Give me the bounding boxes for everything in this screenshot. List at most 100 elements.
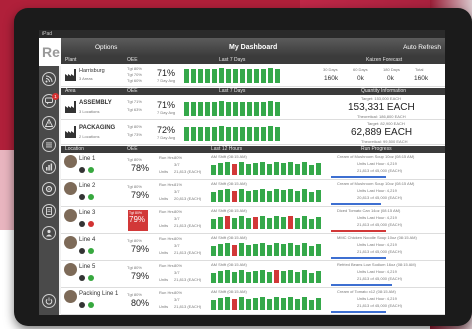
bar bbox=[247, 127, 252, 141]
line-progress-text: 21,813 of 45,000 (EACH) bbox=[357, 222, 402, 227]
line-run-label: Run Hrs bbox=[159, 290, 174, 295]
error-status-icon bbox=[88, 221, 94, 227]
kaizen-60-value: 0k bbox=[357, 75, 364, 82]
ok-status-icon bbox=[88, 302, 94, 308]
bar bbox=[211, 219, 216, 229]
line-units-value: 21,813 (EACH) bbox=[174, 277, 202, 282]
line-row[interactable]: Packing Line 1 Tgt 80% 80% Run Hrs 80% 3/7 Uni… bbox=[61, 288, 445, 315]
bar bbox=[232, 191, 237, 202]
page-title: My Dashboard bbox=[229, 44, 278, 51]
bar bbox=[309, 192, 314, 202]
oee-header: OEE bbox=[127, 57, 138, 63]
bar bbox=[226, 69, 231, 83]
line-progress-text: 21,813 of 45,000 (EACH) bbox=[357, 303, 402, 308]
dashboard-main: Plant OEE Last 7 Days Kaizen Forecast Ha… bbox=[61, 57, 445, 315]
line-units-last-hour: Units Last Hour: 4,219 bbox=[357, 188, 397, 193]
bar bbox=[288, 270, 293, 283]
line-name: Line 3 bbox=[79, 210, 96, 216]
line-product: Cream of Mushroom Soup 10oz (08:15 AM) bbox=[337, 181, 415, 186]
bar-chart-icon[interactable] bbox=[42, 160, 56, 174]
area-last7-bars bbox=[184, 125, 284, 141]
bar bbox=[191, 69, 196, 83]
power-icon[interactable] bbox=[42, 294, 56, 308]
bar bbox=[302, 216, 307, 229]
plant-row[interactable]: Harrisburg 3 Areas Tgt 80% Tgt 70% Tgt 6… bbox=[61, 64, 445, 87]
bar bbox=[261, 127, 266, 141]
kaizen-60-label: 60 Days bbox=[353, 67, 368, 72]
line-shift: AM Shift (08:15 AM) bbox=[211, 235, 247, 240]
app-logo: Re bbox=[39, 38, 61, 66]
notes-icon[interactable] bbox=[42, 204, 56, 218]
bar bbox=[233, 69, 238, 83]
play-icon[interactable] bbox=[79, 302, 85, 308]
bar bbox=[218, 190, 223, 202]
play-icon[interactable] bbox=[79, 221, 85, 227]
plant-section-header: Plant OEE Last 7 Days Kaizen Forecast bbox=[61, 57, 445, 64]
area-last7-header: Last 7 Days bbox=[219, 88, 246, 94]
line-units-last-hour: Units Last Hour: 4,219 bbox=[357, 296, 397, 301]
area-row-assembly[interactable]: ASSEMBLY 3 Locations Tgt 71% Tgt 63% 71%… bbox=[61, 95, 445, 120]
line-shift: AM Shift (08:15 AM) bbox=[211, 154, 247, 159]
rss-icon[interactable] bbox=[42, 72, 56, 86]
line-progress-bar bbox=[331, 230, 386, 232]
bar bbox=[254, 102, 259, 116]
bar bbox=[211, 300, 216, 310]
bar bbox=[253, 271, 258, 283]
bar bbox=[232, 299, 237, 310]
play-icon[interactable] bbox=[79, 167, 85, 173]
line-run-value: 80% bbox=[174, 290, 183, 295]
bar bbox=[260, 297, 265, 310]
line-name: Line 2 bbox=[79, 183, 96, 189]
bar bbox=[211, 246, 216, 256]
bar bbox=[281, 217, 286, 229]
line-row[interactable]: Line 4 Tgt 80% 79% Run Hrs 80% 3/7 Units 21,813… bbox=[61, 234, 445, 261]
line-progress-text: 20,813 of 45,000 (EACH) bbox=[357, 195, 402, 200]
line-photo bbox=[64, 290, 77, 303]
kaizen-180-value: 0k bbox=[387, 75, 394, 82]
bar bbox=[246, 272, 251, 283]
bar bbox=[281, 244, 286, 256]
bar bbox=[239, 297, 244, 310]
settings-icon[interactable] bbox=[42, 182, 56, 196]
bar bbox=[260, 243, 265, 256]
line-row[interactable]: Line 3 Tgt 80% 79% Run Hrs 80% 3/7 Units 21,813… bbox=[61, 207, 445, 234]
line-row[interactable]: Line 1 Tgt 80% 78% Run Hrs 80% 3/7 Units 21,813… bbox=[61, 153, 445, 180]
bar bbox=[246, 191, 251, 202]
bar bbox=[309, 246, 314, 256]
line-run-value: 80% bbox=[174, 209, 183, 214]
list-icon[interactable] bbox=[42, 138, 56, 152]
bar bbox=[309, 273, 314, 283]
line-product: Diced Tomato Can 14oz (08:15 AM) bbox=[337, 208, 401, 213]
line-run-label: Run Hrs bbox=[159, 209, 174, 214]
bar bbox=[268, 101, 273, 116]
line-oee-value: 79% bbox=[131, 190, 150, 200]
bar bbox=[295, 272, 300, 283]
bar bbox=[316, 190, 321, 202]
bar bbox=[274, 189, 279, 202]
bar bbox=[275, 69, 280, 83]
bar bbox=[218, 217, 223, 229]
bar bbox=[281, 298, 286, 310]
play-icon[interactable] bbox=[79, 194, 85, 200]
bar bbox=[309, 300, 314, 310]
user-icon[interactable] bbox=[42, 226, 56, 240]
bar bbox=[247, 102, 252, 116]
play-icon[interactable] bbox=[79, 248, 85, 254]
bar bbox=[205, 127, 210, 141]
auto-refresh-button[interactable]: Auto Refresh bbox=[403, 38, 441, 57]
chat-icon[interactable]: 1 bbox=[42, 93, 59, 108]
area-row-packaging[interactable]: PACKAGING 2 Locations Tgt 80% Tgt 73% 72… bbox=[61, 120, 445, 145]
bar bbox=[198, 102, 203, 116]
play-icon[interactable] bbox=[79, 275, 85, 281]
bar bbox=[295, 164, 300, 175]
bar bbox=[205, 102, 210, 116]
line-row[interactable]: Line 2 Tgt 80% 79% Run Hrs 81% 3/7 Units 20,813… bbox=[61, 180, 445, 207]
bar bbox=[240, 102, 245, 116]
warning-icon[interactable] bbox=[42, 116, 56, 130]
bar bbox=[233, 127, 238, 141]
bar bbox=[261, 102, 266, 116]
bar bbox=[253, 190, 258, 202]
options-button[interactable]: Options bbox=[95, 38, 117, 57]
bar bbox=[302, 189, 307, 202]
line-row[interactable]: Line 5 Tgt 80% 79% Run Hrs 80% 3/7 Units 21,813… bbox=[61, 261, 445, 288]
